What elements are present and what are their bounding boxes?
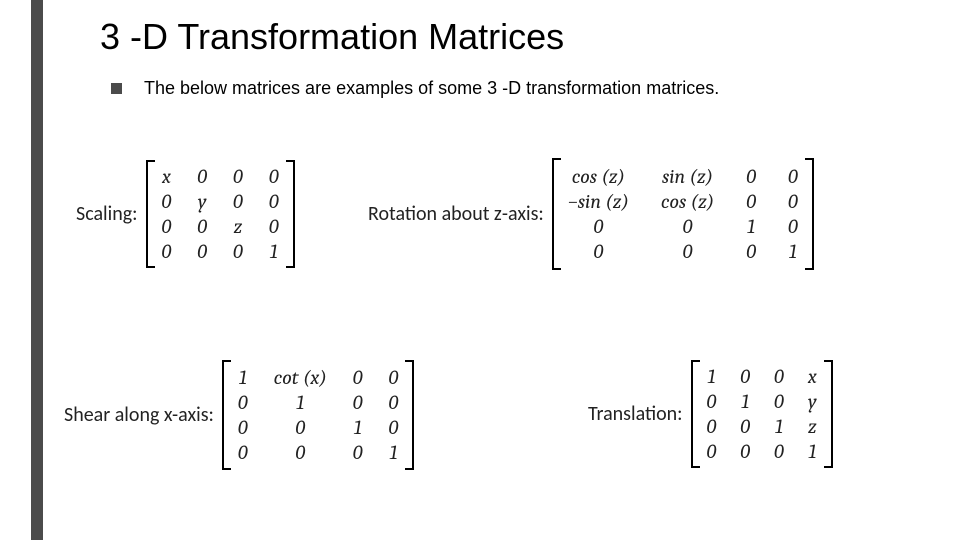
matrix-cell: 0 xyxy=(701,390,723,413)
matrix-cell: 0 xyxy=(232,441,254,464)
matrix-cell: 0 xyxy=(677,240,699,263)
matrix-cell: 1 xyxy=(701,365,721,388)
matrix-cell: 0 xyxy=(347,441,369,464)
bracket-right-icon xyxy=(823,360,835,468)
matrix-cell: 1 xyxy=(802,440,822,463)
bracket-left-icon xyxy=(689,360,701,468)
matrix-block-translation: Translation: 1 0 0 x 0 1 0 y 0 0 1 z 0 0… xyxy=(588,360,835,468)
matrix-cell: 0 xyxy=(191,215,213,238)
bracket-right-icon xyxy=(804,158,816,270)
bracket-left-icon xyxy=(220,360,232,470)
matrix-cell: 0 xyxy=(701,440,723,463)
matrix-cell: 0 xyxy=(677,215,699,238)
bullet-square-icon xyxy=(111,83,122,94)
matrix-cell: 0 xyxy=(782,190,804,213)
matrix-cell: 1 xyxy=(783,240,803,263)
matrix-cell: 1 xyxy=(233,366,253,389)
matrix-cell: 0 xyxy=(347,391,369,414)
matrix-shear: 1 cot (x) 0 0 0 1 0 0 0 0 1 0 0 0 0 1 xyxy=(232,366,404,464)
matrix-cell: 0 xyxy=(587,215,609,238)
matrix-cell: 0 xyxy=(768,440,790,463)
matrix-cell: 0 xyxy=(383,416,405,439)
matrix-cell: 0 xyxy=(740,240,762,263)
matrix-cell: 0 xyxy=(734,440,756,463)
matrix-cell: 0 xyxy=(227,240,249,263)
matrix-cell: 1 xyxy=(290,391,310,414)
matrix-cell: cot (x) xyxy=(268,366,333,389)
matrix-label-scaling: Scaling: xyxy=(76,202,138,226)
matrix-cell: 0 xyxy=(191,240,213,263)
slide-title: 3 -D Transformation Matrices xyxy=(100,16,564,58)
bracket-left-icon xyxy=(550,158,562,270)
matrix-cell: y xyxy=(802,390,823,413)
matrix-cell: 0 xyxy=(289,441,311,464)
matrix-cell: 0 xyxy=(263,190,285,213)
matrix-label-rotation: Rotation about z-axis: xyxy=(368,202,544,226)
matrix-cell: 0 xyxy=(383,391,405,414)
matrix-block-rotation: Rotation about z-axis: cos (z) sin (z) 0… xyxy=(368,158,816,270)
matrix-rotation: cos (z) sin (z) 0 0 −sin (z) cos (z) 0 0… xyxy=(562,165,804,263)
matrix-block-shear: Shear along x-axis: 1 cot (x) 0 0 0 1 0 … xyxy=(64,360,416,470)
matrix-cell: 0 xyxy=(289,416,311,439)
matrix-cell: 0 xyxy=(227,165,249,188)
matrix-cell: x xyxy=(802,365,823,388)
matrix-block-scaling: Scaling: x 0 0 0 0 y 0 0 0 0 z 0 0 0 0 1 xyxy=(76,160,297,268)
matrix-cell: 0 xyxy=(263,165,285,188)
slide: 3 -D Transformation Matrices The below m… xyxy=(0,0,960,540)
bullet-row: The below matrices are examples of some … xyxy=(111,78,719,99)
matrix-cell: sin (z) xyxy=(656,165,719,188)
matrix-cell: z xyxy=(228,215,249,238)
bracket-right-icon xyxy=(404,360,416,470)
matrix-cell: 0 xyxy=(191,165,213,188)
matrix-cell: 0 xyxy=(156,215,178,238)
matrix-cell: 0 xyxy=(232,416,254,439)
matrix-translation: 1 0 0 x 0 1 0 y 0 0 1 z 0 0 0 1 xyxy=(701,365,823,463)
matrix-cell: 0 xyxy=(740,165,762,188)
matrix-cell: 0 xyxy=(383,366,405,389)
matrix-cell: 0 xyxy=(782,165,804,188)
matrix-cell: 0 xyxy=(782,215,804,238)
matrix-cell: cos (z) xyxy=(566,165,631,188)
matrix-cell: 0 xyxy=(156,240,178,263)
matrix-cell: 1 xyxy=(264,240,284,263)
matrix-cell: 0 xyxy=(701,415,723,438)
matrix-cell: 1 xyxy=(769,415,789,438)
matrix-cell: 0 xyxy=(768,365,790,388)
matrix-label-shear: Shear along x-axis: xyxy=(64,403,214,427)
matrix-cell: z xyxy=(802,415,823,438)
matrix-cell: 0 xyxy=(734,365,756,388)
matrix-cell: x xyxy=(156,165,177,188)
matrix-label-translation: Translation: xyxy=(588,402,683,426)
bullet-text: The below matrices are examples of some … xyxy=(144,78,719,99)
bracket-left-icon xyxy=(144,160,156,268)
matrix-cell: cos (z) xyxy=(655,190,720,213)
accent-bar xyxy=(31,0,43,540)
matrix-cell: 0 xyxy=(768,390,790,413)
matrix-cell: y xyxy=(192,190,213,213)
matrix-cell: 0 xyxy=(227,190,249,213)
matrix-cell: 1 xyxy=(383,441,403,464)
bracket-right-icon xyxy=(285,160,297,268)
matrix-cell: 0 xyxy=(740,190,762,213)
matrix-cell: 1 xyxy=(735,390,755,413)
matrix-cell: −sin (z) xyxy=(562,190,635,213)
matrix-cell: 0 xyxy=(156,190,178,213)
matrix-scaling: x 0 0 0 0 y 0 0 0 0 z 0 0 0 0 1 xyxy=(156,165,285,263)
matrix-cell: 0 xyxy=(347,366,369,389)
matrix-cell: 0 xyxy=(734,415,756,438)
matrix-cell: 1 xyxy=(741,215,761,238)
matrix-cell: 0 xyxy=(232,391,254,414)
matrix-cell: 1 xyxy=(348,416,368,439)
matrix-cell: 0 xyxy=(263,215,285,238)
matrix-cell: 0 xyxy=(587,240,609,263)
